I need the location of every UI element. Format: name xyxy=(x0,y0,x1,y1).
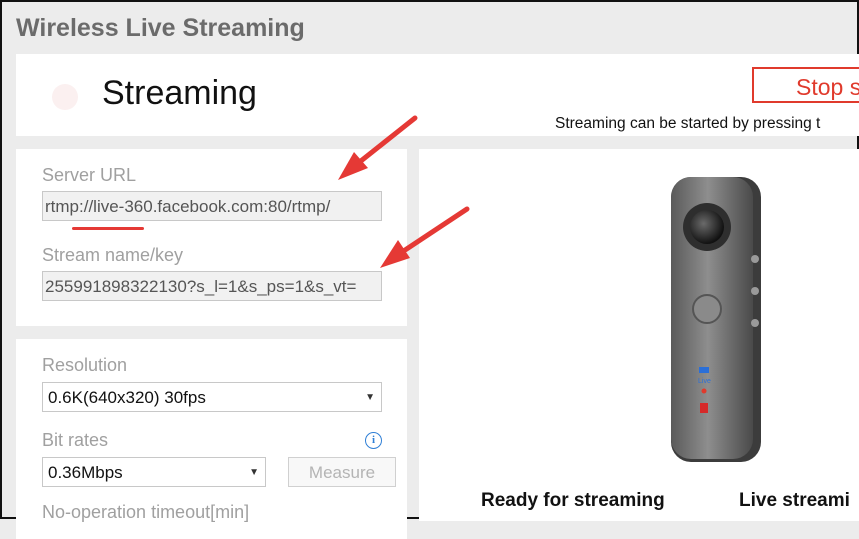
arrow-head-icon xyxy=(380,240,410,268)
annotation-arrows xyxy=(338,115,470,268)
